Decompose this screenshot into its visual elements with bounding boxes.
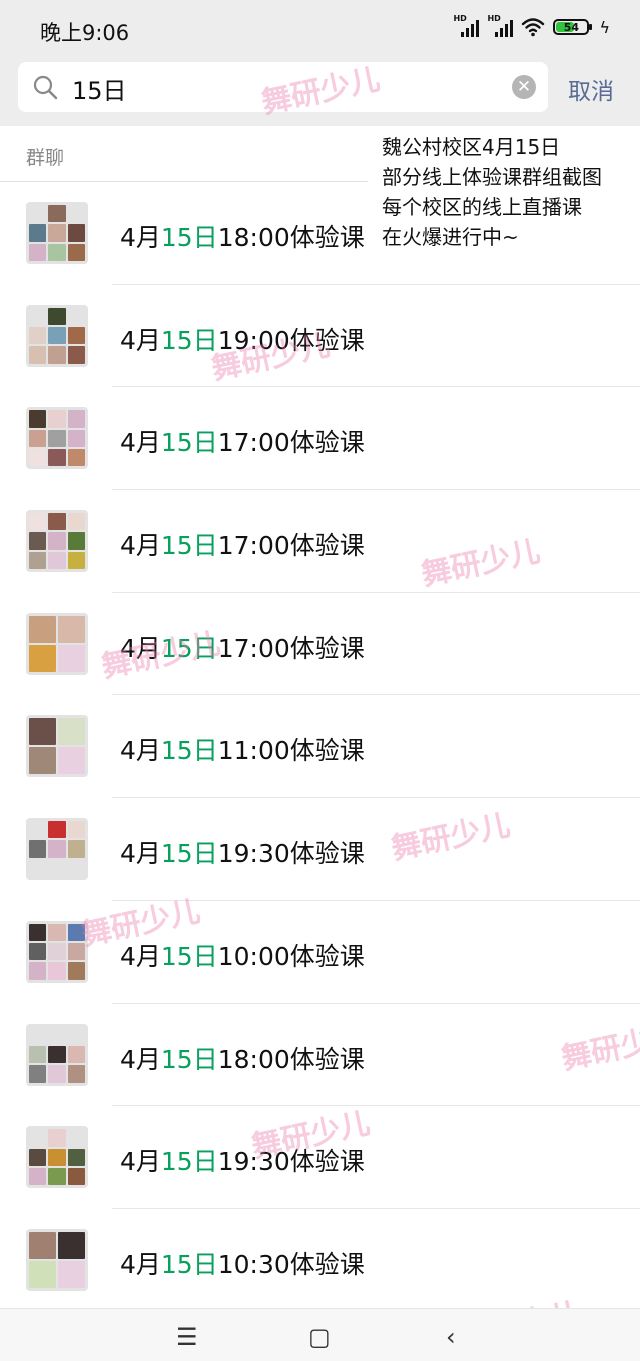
item-title: 4月15日17:00体验课	[120, 633, 365, 663]
clear-icon[interactable]: ✕	[512, 75, 536, 99]
group-avatar	[26, 818, 88, 881]
signal-icon: HD	[487, 14, 514, 38]
signal-icon: HD	[453, 14, 480, 38]
group-avatar	[26, 304, 88, 367]
list-item[interactable]: 4月15日10:00体验课	[0, 901, 640, 1004]
list-item[interactable]: 4月15日17:00体验课	[0, 490, 640, 593]
item-title: 4月15日17:00体验课	[120, 428, 365, 458]
group-avatar	[26, 1228, 88, 1291]
section-label: 群聊	[26, 147, 65, 169]
item-title: 4月15日19:30体验课	[120, 1147, 365, 1177]
caption-line: 每个校区的线上直播课	[382, 195, 582, 219]
group-avatar	[26, 407, 88, 470]
search-header: ✕ 取消	[0, 60, 640, 126]
group-avatar	[26, 920, 88, 983]
search-box[interactable]: ✕	[18, 62, 548, 112]
list-item[interactable]: 4月15日19:30体验课	[0, 798, 640, 901]
overlay-caption: 魏公村校区4月15日 部分线上体验课群组截图 每个校区的线上直播课 在火爆进行中…	[368, 128, 640, 256]
item-title: 4月15日17:00体验课	[120, 531, 365, 561]
group-avatar	[26, 612, 88, 675]
group-avatar	[26, 1023, 88, 1086]
status-time: 晚上9:06	[40, 21, 130, 45]
search-icon	[33, 75, 58, 100]
search-input[interactable]	[70, 68, 494, 108]
group-avatar	[26, 1126, 88, 1189]
battery-level: 54	[563, 20, 580, 34]
status-bar: 晚上9:06 HD HD 54 ϟ	[0, 0, 640, 60]
battery-icon: 54	[553, 19, 593, 35]
caption-line: 魏公村校区4月15日	[382, 135, 561, 159]
list-item[interactable]: 4月15日19:30体验课	[0, 1106, 640, 1209]
group-avatar	[26, 715, 88, 778]
list-item[interactable]: 4月15日17:00体验课	[0, 593, 640, 696]
wifi-icon	[522, 18, 545, 37]
list-item[interactable]: 4月15日17:00体验课	[0, 387, 640, 491]
item-title: 4月15日19:00体验课	[120, 325, 365, 355]
caption-line: 在火爆进行中~	[382, 225, 519, 249]
group-avatar	[26, 202, 88, 264]
list-item[interactable]: 4月15日19:00体验课	[0, 285, 640, 388]
result-list: 4月15日18:00体验课 4月15日19:00体验课 4月15日17:00体验…	[0, 182, 640, 1312]
group-avatar	[26, 510, 88, 573]
status-icons: HD HD 54 ϟ	[453, 14, 610, 38]
menu-button[interactable]: ☰	[176, 1323, 198, 1351]
item-title: 4月15日10:30体验课	[120, 1249, 365, 1279]
list-item[interactable]: 4月15日10:30体验课	[0, 1209, 640, 1312]
item-title: 4月15日11:00体验课	[120, 736, 365, 766]
home-button[interactable]: ▢	[308, 1323, 331, 1351]
charging-icon: ϟ	[599, 17, 610, 37]
nav-bar: ☰ ▢ ‹	[0, 1308, 640, 1361]
cancel-button[interactable]: 取消	[568, 72, 614, 106]
back-button[interactable]: ‹	[446, 1323, 456, 1351]
item-title: 4月15日10:00体验课	[120, 941, 365, 971]
item-title: 4月15日18:00体验课	[120, 1044, 365, 1074]
list-item[interactable]: 4月15日11:00体验课	[0, 695, 640, 799]
item-title: 4月15日18:00体验课	[120, 223, 365, 252]
caption-line: 部分线上体验课群组截图	[382, 165, 602, 189]
item-title: 4月15日19:30体验课	[120, 839, 365, 869]
list-item[interactable]: 4月15日18:00体验课	[0, 1004, 640, 1107]
